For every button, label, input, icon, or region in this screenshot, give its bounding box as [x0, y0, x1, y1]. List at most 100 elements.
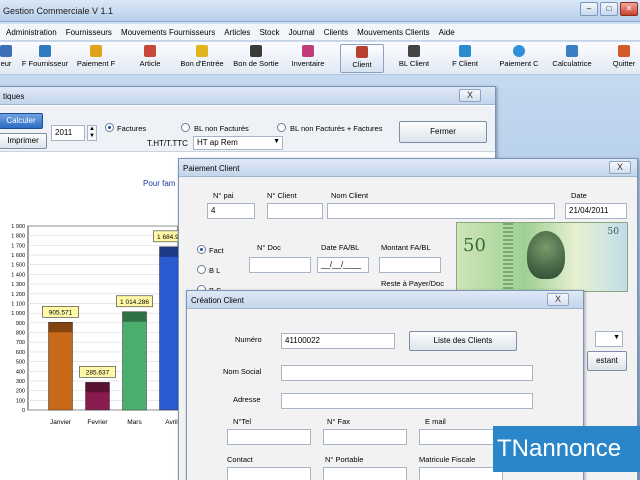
delivery-icon — [408, 45, 420, 57]
minimize-button[interactable]: – — [580, 2, 598, 16]
window-controls: – □ ✕ — [580, 2, 638, 16]
radio-bl[interactable] — [197, 265, 206, 274]
stats-close-icon[interactable]: X — [459, 89, 481, 102]
menu-mouvements-fournisseurs[interactable]: Mouvements Fournisseurs — [121, 28, 215, 37]
nom-client-label: Nom Client — [331, 191, 369, 200]
toolbar-label: F Client — [452, 59, 478, 68]
portable-label: N° Portable — [325, 455, 364, 464]
portable-field[interactable] — [323, 467, 407, 480]
restant-button[interactable]: estant — [587, 351, 627, 371]
fax-field[interactable] — [323, 429, 407, 445]
tel-field[interactable] — [227, 429, 311, 445]
date-field[interactable]: 21/04/2011 — [565, 203, 627, 219]
payment-mode-select[interactable]: ▼ — [595, 331, 623, 347]
num-client-field[interactable] — [267, 203, 323, 219]
nom-social-field[interactable] — [281, 365, 533, 381]
fermer-button[interactable]: Fermer — [399, 121, 487, 143]
toolbar-bl-client-button[interactable]: BL Client — [394, 44, 434, 73]
num-doc-label: N° Doc — [257, 243, 281, 252]
date-fa-field[interactable]: __/__/____ — [317, 257, 369, 273]
calculer-button[interactable]: Calculer — [0, 113, 43, 129]
paiement-title: Paiement Client — [183, 164, 240, 173]
toolbar-paiement-c-button[interactable]: Paiement C — [496, 44, 542, 73]
x-tick-label: Janvier — [50, 419, 72, 426]
menu-stock[interactable]: Stock — [259, 28, 279, 37]
liste-clients-button[interactable]: Liste des Clients — [409, 331, 517, 351]
bar — [122, 311, 147, 411]
toolbar-bon-entree-button[interactable]: Bon d'Entrée — [176, 44, 228, 73]
toolbar-bon-sortie-button[interactable]: Bon de Sortie — [230, 44, 282, 73]
year-field[interactable]: 2011 — [51, 125, 85, 141]
radio-fact[interactable] — [197, 245, 206, 254]
y-tick-label: 300 — [16, 379, 25, 385]
y-tick-label: 900 — [16, 321, 25, 327]
menu-clients[interactable]: Clients — [324, 28, 348, 37]
data-label: 1 014.286 — [120, 299, 149, 306]
matricule-field[interactable] — [419, 467, 503, 480]
radio-bl-factures[interactable] — [277, 123, 286, 132]
email-field[interactable] — [419, 429, 503, 445]
y-tick-label: 1 600 — [11, 253, 25, 259]
email-label: E mail — [425, 417, 446, 426]
num-client-label: N° Client — [267, 191, 297, 200]
menu-administration[interactable]: Administration — [6, 28, 57, 37]
toolbar-quitter-button[interactable]: Quitter — [608, 44, 640, 73]
sales-bar-chart: 0 100 200 300 400 500 600 700 800 900 1 000 1 100 1 … — [11, 224, 180, 426]
y-tick-label: 1 000 — [11, 311, 25, 317]
toolbar-client-button[interactable]: Client — [340, 44, 384, 73]
numero-field[interactable]: 41100022 — [281, 333, 395, 349]
toolbar-f-fournisseur-button[interactable]: F Fournisseur — [20, 44, 70, 73]
menu-journal[interactable]: Journal — [288, 28, 314, 37]
creation-close-icon[interactable]: X — [547, 293, 569, 306]
ht-ttc-label: T.HT/T.TTC — [147, 139, 188, 148]
maximize-button[interactable]: □ — [600, 2, 618, 16]
ht-ttc-select[interactable]: HT ap Rem ▼ — [193, 136, 283, 150]
toolbar-calculatrice-button[interactable]: Calculatrice — [548, 44, 596, 73]
y-tick-label: 600 — [16, 350, 25, 356]
toolbar-inventaire-button[interactable]: Inventaire — [288, 44, 328, 73]
menu-fournisseurs[interactable]: Fournisseurs — [66, 28, 112, 37]
radio-bl-label: BL non Facturés — [194, 124, 249, 133]
year-spinner[interactable]: ▲ ▼ — [87, 125, 97, 141]
nom-client-field[interactable] — [327, 203, 555, 219]
radio-bl-label: B L — [209, 266, 221, 275]
radio-factures[interactable] — [105, 123, 114, 132]
chevron-down-icon: ▼ — [273, 138, 280, 145]
calculator-icon — [566, 45, 578, 57]
chart-subtitle: Pour fam — [143, 179, 176, 188]
montant-field[interactable] — [379, 257, 441, 273]
menu-mouvements-clients[interactable]: Mouvements Clients — [357, 28, 429, 37]
y-tick-label: 100 — [16, 398, 25, 404]
radio-bl-factures-label: BL non Facturés + Factures — [290, 124, 383, 133]
num-pai-field[interactable]: 4 — [207, 203, 255, 219]
bar — [159, 246, 180, 411]
toolbar-article-button[interactable]: Article — [134, 44, 166, 73]
y-tick-label: 400 — [16, 369, 25, 375]
exit-icon — [250, 45, 262, 57]
adresse-field[interactable] — [281, 393, 533, 409]
creation-title: Création Client — [191, 296, 244, 305]
ht-ttc-value: HT ap Rem — [197, 138, 238, 147]
menu-aide[interactable]: Aide — [439, 28, 455, 37]
radio-bl-non-factures[interactable] — [181, 123, 190, 132]
menu-articles[interactable]: Articles — [224, 28, 250, 37]
toolbar-label: Article — [139, 59, 161, 68]
creation-titlebar: Création Client X — [187, 291, 583, 309]
toolbar-label: Paiement F — [76, 59, 116, 68]
banknote-value: 50 — [463, 235, 486, 256]
y-tick-label: 1 200 — [11, 292, 25, 298]
bar-top-shade — [48, 322, 73, 333]
imprimer-button[interactable]: Imprimer — [0, 133, 47, 149]
toolbar-fournisseur-button[interactable]: eur — [0, 44, 16, 73]
num-doc-field[interactable] — [249, 257, 311, 273]
toolbar-f-client-button[interactable]: F Client — [448, 44, 482, 73]
toolbar-paiement-f-button[interactable]: Paiement F — [74, 44, 118, 73]
contact-field[interactable] — [227, 467, 311, 480]
paiement-close-icon[interactable]: X — [609, 161, 631, 174]
toolbar-label: Calculatrice — [552, 59, 592, 68]
client-icon — [356, 46, 368, 58]
y-tick-label: 700 — [16, 340, 25, 346]
close-button[interactable]: ✕ — [620, 2, 638, 16]
date-fa-label: Date FA/BL — [321, 243, 360, 252]
invoice-icon — [39, 45, 51, 57]
